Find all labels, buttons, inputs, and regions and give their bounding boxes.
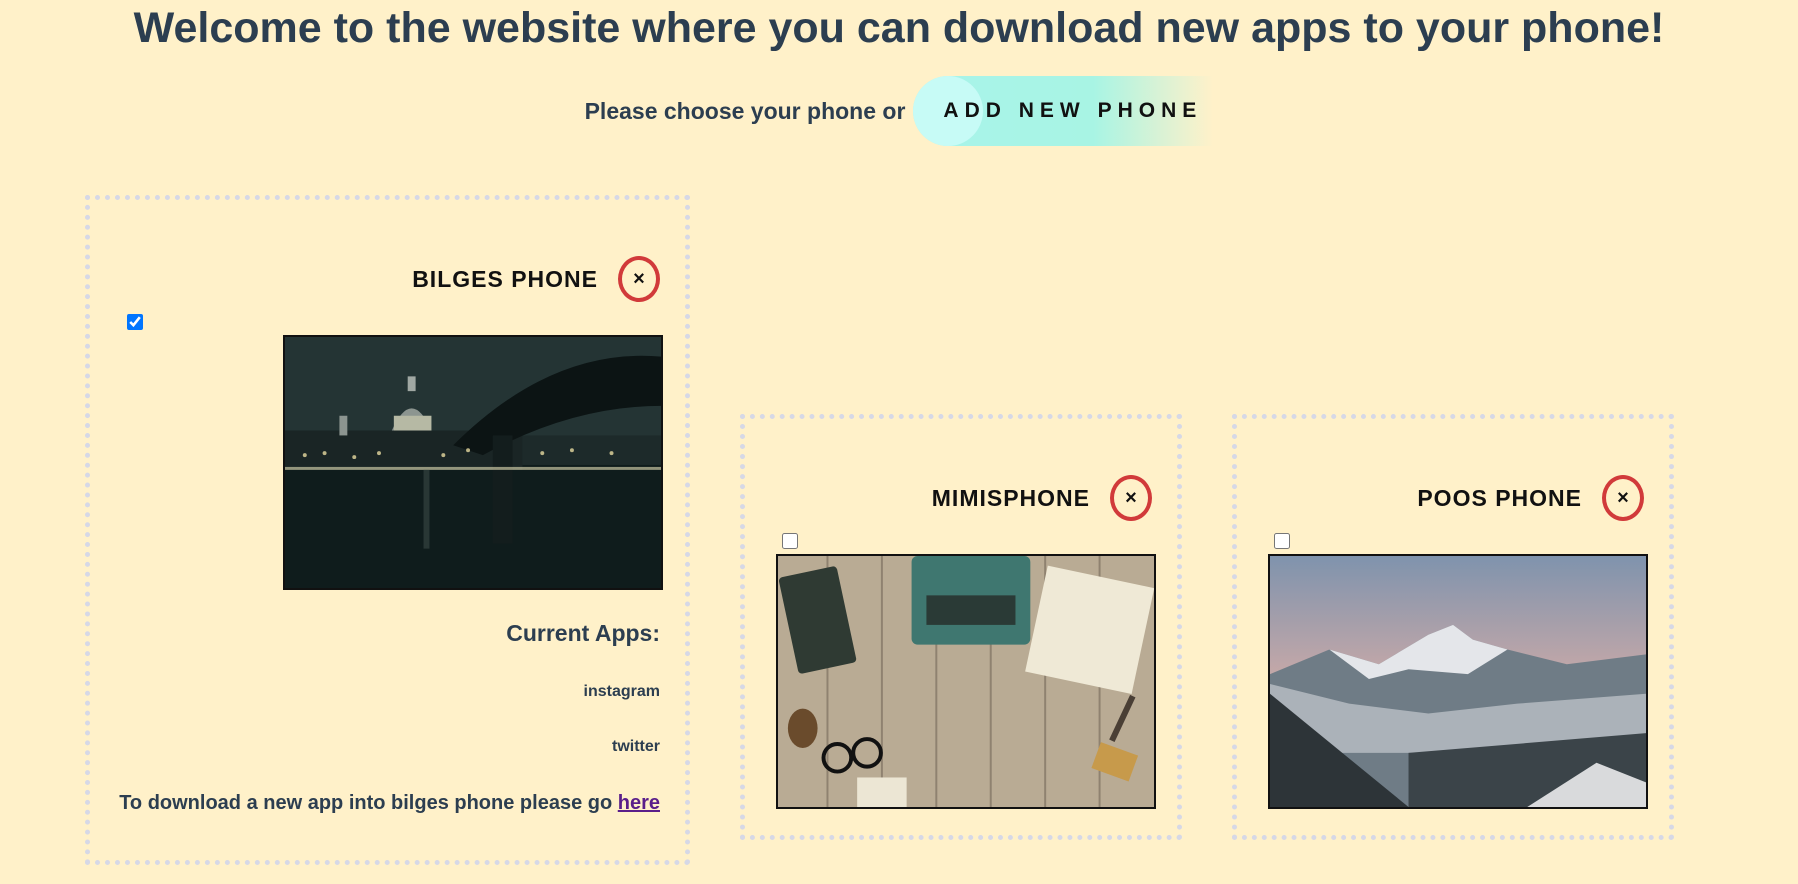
- phone-card-bilges: BILGES PHONE × Current Apps: instagram t…: [85, 195, 690, 865]
- app-item: twitter: [612, 738, 660, 755]
- add-new-phone-label: ADD NEW PHONE: [943, 99, 1203, 122]
- phone-card-header: POOS PHONE ×: [1417, 475, 1644, 521]
- close-button[interactable]: ×: [618, 256, 660, 302]
- phone-name: BILGES PHONE: [412, 265, 598, 292]
- download-text: To download a new app into bilges phone …: [119, 792, 660, 815]
- current-apps-title: Current Apps:: [506, 620, 660, 646]
- phone-card-poos: POOS PHONE ×: [1232, 414, 1674, 840]
- close-icon: ×: [633, 267, 645, 290]
- phone-image: [776, 554, 1156, 809]
- page-title: Welcome to the website where you can dow…: [133, 4, 1665, 52]
- subtitle-text: Please choose your phone or: [584, 97, 906, 124]
- close-button[interactable]: ×: [1110, 475, 1152, 521]
- mountain-landscape-icon: [1270, 556, 1646, 807]
- phone-card-header: BILGES PHONE ×: [412, 256, 660, 302]
- app-item: instagram: [583, 683, 660, 700]
- phone-name: MIMISPHONE: [931, 484, 1090, 511]
- city-night-icon: [285, 337, 661, 588]
- close-icon: ×: [1617, 486, 1629, 509]
- close-button[interactable]: ×: [1602, 475, 1644, 521]
- close-icon: ×: [1125, 486, 1137, 509]
- typewriter-desk-icon: [778, 556, 1154, 807]
- phone-card-header: MIMISPHONE ×: [932, 475, 1152, 521]
- phone-select-checkbox[interactable]: [1274, 533, 1290, 549]
- subtitle-row: Please choose your phone or ADD NEW PHON…: [0, 76, 1798, 146]
- download-here-link[interactable]: here: [618, 792, 660, 814]
- phone-select-checkbox[interactable]: [782, 533, 798, 549]
- download-instruction: To download a new app into bilges phone …: [119, 792, 613, 814]
- phone-image: [283, 335, 663, 590]
- phone-name: POOS PHONE: [1417, 484, 1582, 511]
- phone-image: [1268, 554, 1648, 809]
- phone-select-checkbox[interactable]: [127, 314, 143, 330]
- add-new-phone-button[interactable]: ADD NEW PHONE: [913, 76, 1214, 146]
- phone-card-mimisphone: MIMISPHONE ×: [740, 414, 1182, 840]
